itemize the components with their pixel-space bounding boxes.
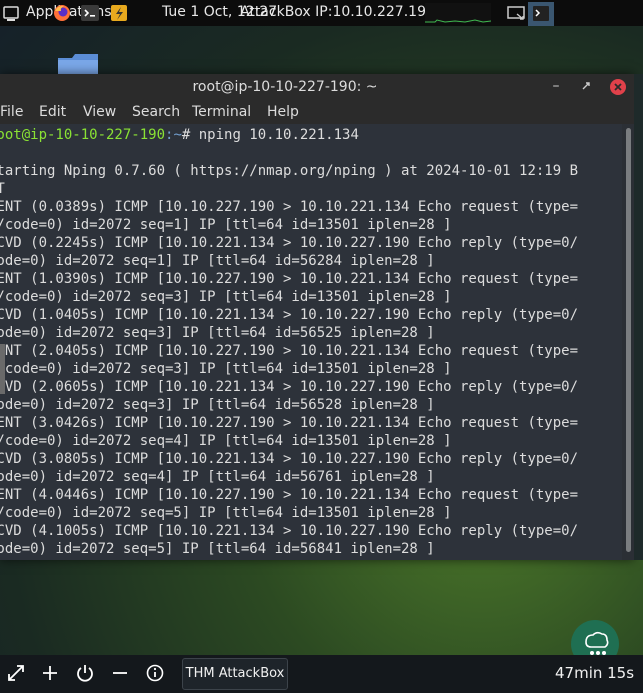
prompt-symbol: # xyxy=(181,127,199,143)
terminal-scrollbar[interactable] xyxy=(622,124,634,560)
terminal-line: code=0) id=2072 seq=3] IP [ttl=64 id=565… xyxy=(0,397,435,413)
terminal-line: Starting Nping 0.7.60 ( https://nmap.org… xyxy=(0,163,579,179)
menu-search[interactable]: Search xyxy=(132,104,180,120)
terminal-line: SENT (4.0446s) ICMP [10.10.227.190 > 10.… xyxy=(0,487,579,503)
applications-menu-icon[interactable] xyxy=(2,3,20,23)
terminal-line: code=0) id=2072 seq=1] IP [ttl=64 id=562… xyxy=(0,253,435,269)
maximize-icon[interactable] xyxy=(578,78,594,94)
terminal-line: SENT (1.0390s) ICMP [10.10.227.190 > 10.… xyxy=(0,271,579,287)
bottom-toolbar: THM AttackBox 47min 15s xyxy=(0,655,643,693)
terminal-line: RCVD (3.0805s) ICMP [10.10.221.134 > 10.… xyxy=(0,451,579,467)
terminal-titlebar[interactable]: root@ip-10-10-227-190: ~ – xyxy=(0,74,634,100)
firefox-icon[interactable] xyxy=(52,3,72,23)
terminal-line: SENT (2.0405s) ICMP [10.10.227.190 > 10.… xyxy=(0,343,579,359)
terminal-line: ST xyxy=(0,181,5,197)
minus-icon[interactable] xyxy=(110,663,130,683)
terminal-icon xyxy=(533,6,549,21)
terminal-line: 8/code=0) id=2072 seq=1] IP [ttl=64 id=1… xyxy=(0,217,452,233)
active-terminal-tray-button[interactable] xyxy=(528,2,554,26)
command-output: Starting Nping 0.7.60 ( https://nmap.org… xyxy=(0,163,578,557)
scrollbar-thumb[interactable] xyxy=(626,128,631,552)
prompt-path: :~ xyxy=(165,127,182,143)
menu-file[interactable]: File xyxy=(0,104,23,120)
terminal-line: 8/code=0) id=2072 seq=4] IP [ttl=64 id=1… xyxy=(0,433,452,449)
terminal-output-area[interactable]: root@ip-10-10-227-190:~# nping 10.10.221… xyxy=(0,124,622,560)
terminal-line: SENT (3.0426s) ICMP [10.10.227.190 > 10.… xyxy=(0,415,579,431)
close-icon[interactable] xyxy=(609,78,627,96)
folder-icon[interactable] xyxy=(56,52,100,76)
system-monitor-graph[interactable] xyxy=(425,3,492,23)
prompt-user: root@ip-10-10-227-190 xyxy=(0,127,166,143)
terminal-line: RCVD (0.2245s) ICMP [10.10.221.134 > 10.… xyxy=(0,235,579,251)
command-text: nping 10.10.221.134 xyxy=(198,127,359,143)
terminal-line: RCVD (4.1005s) ICMP [10.10.221.134 > 10.… xyxy=(0,523,579,539)
minimize-icon[interactable]: – xyxy=(548,78,564,94)
terminal-line: SENT (0.0389s) ICMP [10.10.227.190 > 10.… xyxy=(0,199,579,215)
fullscreen-icon[interactable] xyxy=(6,663,26,683)
terminal-line: 8/code=0) id=2072 seq=5] IP [ttl=64 id=1… xyxy=(0,505,452,521)
terminal-line: 8/code=0) id=2072 seq=3] IP [ttl=64 id=1… xyxy=(0,289,452,305)
side-handle[interactable] xyxy=(0,344,5,394)
screen-icon[interactable] xyxy=(505,2,527,24)
menu-terminal[interactable]: Terminal xyxy=(192,104,251,120)
terminal-line: RCVD (1.0405s) ICMP [10.10.221.134 > 10.… xyxy=(0,307,579,323)
power-icon[interactable] xyxy=(75,663,95,683)
window-title: root@ip-10-10-227-190: ~ xyxy=(192,79,378,95)
add-icon[interactable] xyxy=(40,663,60,683)
terminal-line: code=0) id=2072 seq=3] IP [ttl=64 id=565… xyxy=(0,325,435,341)
script-icon[interactable] xyxy=(110,3,128,23)
menu-view[interactable]: View xyxy=(83,104,116,120)
terminal-line: code=0) id=2072 seq=5] IP [ttl=64 id=568… xyxy=(0,541,435,557)
terminal-line: code=0) id=2072 seq=4] IP [ttl=64 id=567… xyxy=(0,469,435,485)
menu-edit[interactable]: Edit xyxy=(39,104,66,120)
menu-help[interactable]: Help xyxy=(267,104,299,120)
terminal-text: root@ip-10-10-227-190:~# nping 10.10.221… xyxy=(0,126,578,558)
terminal-line: RCVD (2.0605s) ICMP [10.10.221.134 > 10.… xyxy=(0,379,579,395)
terminal-window[interactable]: root@ip-10-10-227-190: ~ – File Edit Vie… xyxy=(0,74,634,560)
terminal-icon[interactable] xyxy=(80,3,100,23)
top-panel: Applications Tue 1 Oct, 12:27 AttackBox … xyxy=(0,0,643,26)
session-timer: 47min 15s xyxy=(555,664,635,682)
terminal-menubar: File Edit View Search Terminal Help xyxy=(0,100,634,124)
terminal-line: 8/code=0) id=2072 seq=3] IP [ttl=64 id=1… xyxy=(0,361,452,377)
background-window-edge xyxy=(634,74,643,560)
attackbox-tab[interactable]: THM AttackBox xyxy=(182,658,288,690)
attackbox-ip-label: AttackBox IP:10.10.227.190 xyxy=(240,4,435,20)
info-icon[interactable] xyxy=(145,663,165,683)
